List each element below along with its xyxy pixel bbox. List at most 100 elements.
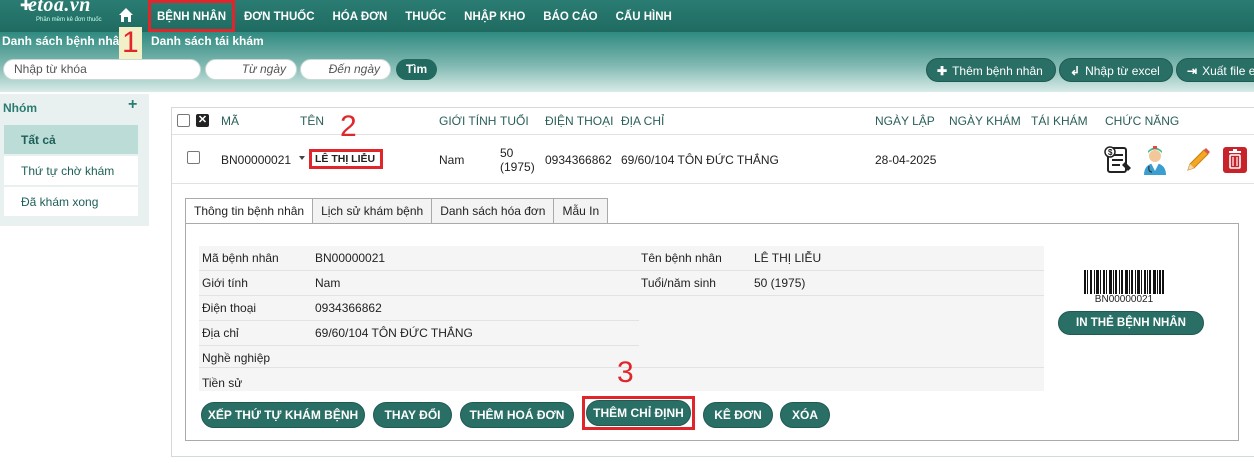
divider: [199, 270, 1044, 271]
subtab-revisit-list[interactable]: Danh sách tái khám: [151, 34, 264, 48]
subtab-patient-list[interactable]: Danh sách bệnh nhân: [2, 34, 127, 48]
barcode-text: BN00000021: [1094, 294, 1154, 305]
row-age: 50: [500, 146, 514, 160]
col-visit-date[interactable]: NGÀY KHÁM: [949, 114, 1021, 128]
row-gender: Nam: [439, 153, 465, 167]
export-icon: ⇥: [1187, 64, 1198, 78]
divider: [199, 345, 639, 346]
nav-benh-nhan[interactable]: BỆNH NHÂN: [148, 0, 235, 32]
export-file-label: Xuất file e: [1202, 64, 1254, 78]
add-invoice-button[interactable]: THÊM HOÁ ĐƠN: [460, 402, 574, 428]
clear-selection-icon[interactable]: ✕: [196, 114, 209, 127]
queue-visit-button[interactable]: XẾP THỨ TỰ KHÁM BỆNH: [201, 402, 365, 428]
table-row[interactable]: BN00000021 LÊ THỊ LIỄU Nam 50 (1975) 093…: [172, 136, 1254, 184]
from-date-input[interactable]: Từ ngày: [205, 59, 297, 80]
nav-hoa-don[interactable]: HÓA ĐƠN: [324, 0, 397, 32]
annotation-marker-1: 1: [119, 27, 142, 59]
annotation-marker-3: 3: [617, 356, 634, 389]
doctor-icon[interactable]: [1140, 144, 1170, 176]
col-address[interactable]: ĐỊA CHỈ: [621, 114, 664, 128]
row-checkbox[interactable]: [187, 151, 200, 164]
delete-button[interactable]: XÓA: [780, 402, 830, 428]
sidebar-item-all[interactable]: Tất cả: [4, 125, 138, 155]
sidebar-item-waiting[interactable]: Thứ tự chờ khám: [4, 156, 138, 186]
value-gender: Nam: [315, 276, 341, 290]
row-created: 28-04-2025: [875, 153, 937, 167]
change-button[interactable]: THAY ĐỔI: [373, 402, 452, 428]
app-window: ✚ etoa.vn Phần mềm kê đơn thuốc BỆNH NHÂ…: [0, 0, 1254, 463]
value-age: 50 (1975): [754, 276, 806, 290]
patient-info-panel: Mã bệnh nhân BN00000021 Tên bệnh nhân LÊ…: [185, 223, 1239, 441]
col-code[interactable]: MÃ: [221, 114, 239, 128]
row-code: BN00000021: [221, 153, 292, 167]
add-patient-button[interactable]: ✚ Thêm bệnh nhân: [926, 58, 1056, 82]
edit-pencil-icon[interactable]: [1182, 144, 1212, 176]
print-patient-card-button[interactable]: IN THẺ BỆNH NHÂN: [1058, 311, 1204, 335]
row-phone: 0934366862: [545, 153, 612, 167]
keyword-search-input[interactable]: Nhập từ khóa: [3, 59, 201, 80]
nav-cau-hinh[interactable]: CẤU HÌNH: [607, 0, 681, 32]
col-age[interactable]: TUỔI: [500, 114, 529, 128]
row-address: 69/60/104 TÔN ĐỨC THẮNG: [621, 153, 779, 167]
divider: [199, 295, 1044, 296]
plus-icon: ✚: [937, 64, 948, 78]
label-history: Tiền sử: [202, 376, 243, 390]
label-patient-code: Mã bệnh nhân: [202, 251, 279, 265]
add-group-icon[interactable]: +: [128, 96, 137, 114]
import-icon: ↲: [1070, 64, 1081, 78]
brand-logo[interactable]: ✚ etoa.vn Phần mềm kê đơn thuốc: [18, 0, 102, 30]
label-phone: Điện thoại: [202, 301, 257, 315]
value-patient-code: BN00000021: [315, 251, 386, 265]
svg-text:$: $: [1108, 148, 1113, 157]
col-name[interactable]: TÊN: [300, 114, 324, 128]
tab-patient-info[interactable]: Thông tin bệnh nhân: [185, 198, 314, 224]
col-phone[interactable]: ĐIỆN THOẠI: [545, 114, 613, 128]
value-address: 69/60/104 TÔN ĐỨC THẮNG: [315, 326, 473, 340]
add-patient-label: Thêm bệnh nhân: [952, 64, 1043, 78]
nav-nhap-kho[interactable]: NHẬP KHO: [455, 0, 534, 32]
tab-invoices[interactable]: Danh sách hóa đơn: [432, 198, 555, 224]
export-file-button[interactable]: ⇥ Xuất file e: [1176, 58, 1254, 82]
logo-text: etoa.vn: [28, 0, 91, 16]
prescription-icon[interactable]: $: [1103, 144, 1133, 176]
tab-visit-history[interactable]: Lịch sử khám bệnh: [313, 198, 433, 224]
table-header: ✕ MÃ TÊN GIỚI TÍNH TUỔI ĐIỆN THOẠI ĐỊA C…: [172, 108, 1254, 135]
caret-down-icon[interactable]: [299, 156, 305, 160]
row-name[interactable]: LÊ THỊ LIỄU: [309, 149, 383, 169]
label-gender: Giới tính: [202, 276, 248, 290]
label-address: Địa chỉ: [202, 326, 239, 340]
to-date-input[interactable]: Đến ngày: [300, 59, 391, 80]
row-birth-year: (1975): [500, 160, 535, 174]
label-job: Nghề nghiệp: [202, 351, 271, 365]
top-navbar: ✚ etoa.vn Phần mềm kê đơn thuốc BỆNH NHÂ…: [0, 0, 1254, 32]
search-button[interactable]: Tìm: [396, 59, 437, 80]
label-age: Tuổi/năm sinh: [641, 276, 716, 290]
import-excel-label: Nhập từ excel: [1085, 64, 1160, 78]
prescribe-button[interactable]: KÊ ĐƠN: [703, 402, 773, 428]
barcode-image: [1084, 270, 1164, 294]
value-phone: 0934366862: [315, 301, 382, 315]
label-patient-name: Tên bệnh nhân: [641, 251, 722, 265]
sidebar-title: Nhóm: [3, 101, 37, 115]
annotation-marker-2: 2: [340, 110, 357, 143]
col-gender[interactable]: GIỚI TÍNH: [439, 114, 496, 128]
select-all-checkbox[interactable]: [177, 114, 190, 127]
col-functions: CHỨC NĂNG: [1105, 114, 1180, 128]
main-nav: BỆNH NHÂN ĐƠN THUỐC HÓA ĐƠN THUỐC NHẬP K…: [148, 0, 681, 32]
nav-thuoc[interactable]: THUỐC: [396, 0, 455, 32]
delete-trash-icon[interactable]: [1220, 144, 1250, 176]
col-created[interactable]: NGÀY LẬP: [875, 114, 935, 128]
col-revisit[interactable]: TÁI KHÁM: [1031, 114, 1088, 128]
logo-tagline: Phần mềm kê đơn thuốc: [36, 17, 102, 23]
nav-bao-cao[interactable]: BÁO CÁO: [534, 0, 606, 32]
group-sidebar: Nhóm + Tất cả Thứ tự chờ khám Đã khám xo…: [0, 94, 149, 226]
divider: [199, 320, 639, 321]
sidebar-item-done[interactable]: Đã khám xong: [4, 187, 138, 217]
add-order-button[interactable]: THÊM CHỈ ĐỊNH: [586, 400, 691, 426]
home-icon[interactable]: [118, 7, 134, 23]
nav-don-thuoc[interactable]: ĐƠN THUỐC: [235, 0, 324, 32]
tab-print-template[interactable]: Mẫu In: [554, 198, 609, 224]
value-patient-name: LÊ THỊ LIỄU: [754, 251, 822, 265]
import-excel-button[interactable]: ↲ Nhập từ excel: [1059, 58, 1173, 82]
detail-tabs: Thông tin bệnh nhân Lịch sử khám bệnh Da…: [185, 198, 609, 224]
